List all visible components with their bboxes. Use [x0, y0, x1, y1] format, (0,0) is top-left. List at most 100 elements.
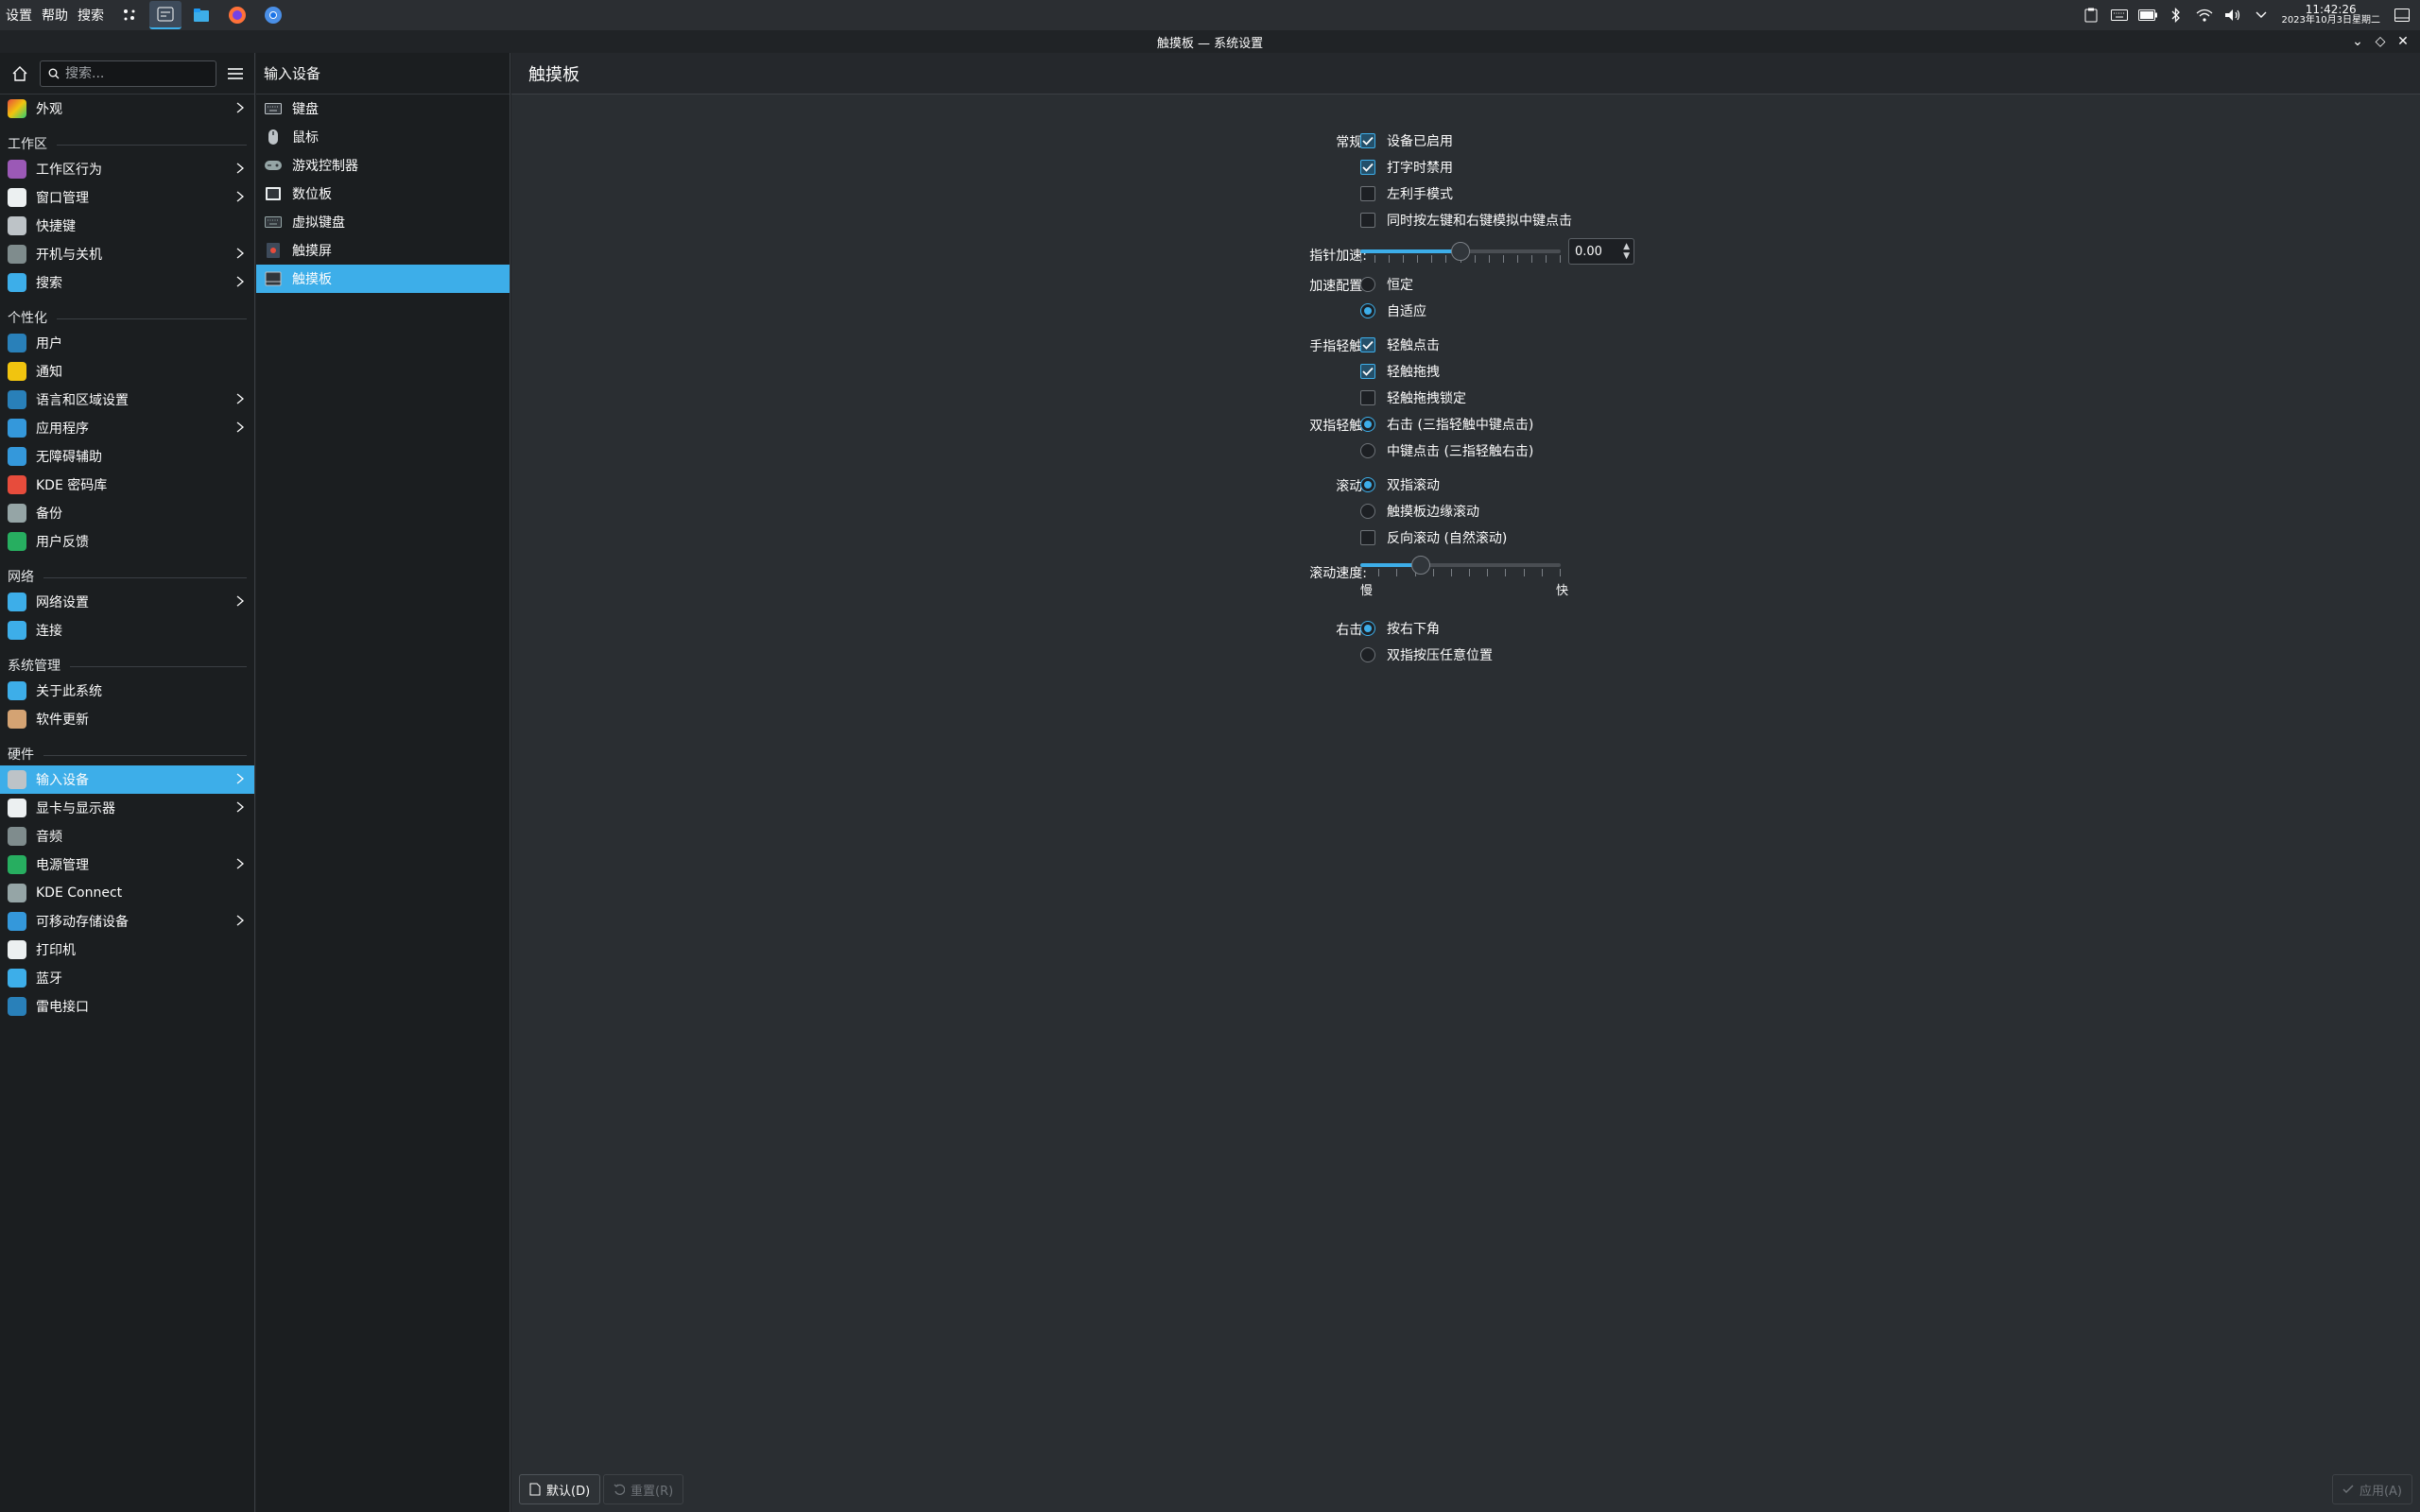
subcategory-item[interactable]: 游戏控制器 — [256, 151, 510, 180]
general-option[interactable]: 打字时禁用 — [1360, 158, 1453, 177]
maximize-icon[interactable]: ◇ — [2369, 34, 2392, 49]
sidebar-item[interactable]: 开机与关机 — [0, 240, 254, 268]
sidebar-item[interactable]: 通知 — [0, 357, 254, 386]
expand-icon[interactable] — [2249, 0, 2273, 30]
pager-icon[interactable] — [113, 1, 146, 29]
sidebar-item[interactable]: KDE Connect — [0, 879, 254, 907]
right-click-option[interactable]: 双指按压任意位置 — [1360, 645, 1493, 664]
defaults-button[interactable]: 默认(D) — [519, 1474, 601, 1504]
bluetooth-icon[interactable] — [2164, 0, 2188, 30]
battery-icon[interactable] — [2135, 0, 2160, 30]
close-icon[interactable]: ✕ — [2392, 34, 2414, 49]
sidebar-item[interactable]: 网络设置 — [0, 588, 254, 616]
slider-handle[interactable] — [1451, 242, 1470, 261]
volume-icon[interactable] — [2221, 0, 2245, 30]
sidebar-item[interactable]: 用户反馈 — [0, 527, 254, 556]
checkbox[interactable] — [1360, 213, 1375, 228]
sidebar-item[interactable]: 快捷键 — [0, 212, 254, 240]
sidebar-item[interactable]: 输入设备 — [0, 765, 254, 794]
pointer-acceleration-slider[interactable]: 0.00 ▲ ▼ — [1360, 238, 1634, 265]
general-option[interactable]: 同时按左键和右键模拟中键点击 — [1360, 211, 1572, 230]
chrome-task-icon[interactable] — [257, 1, 289, 29]
radio[interactable] — [1360, 477, 1375, 492]
apply-button[interactable]: 应用(A) — [2331, 1474, 2412, 1504]
subcategory-item[interactable]: 鼠标 — [256, 123, 510, 151]
subcategory-item[interactable]: 触摸板 — [256, 265, 510, 293]
radio[interactable] — [1360, 621, 1375, 636]
firefox-task-icon[interactable] — [221, 1, 253, 29]
subcategory-item[interactable]: 数位板 — [256, 180, 510, 208]
sidebar-item[interactable]: 连接 — [0, 616, 254, 644]
radio[interactable] — [1360, 277, 1375, 292]
subcategory-item[interactable]: 触摸屏 — [256, 236, 510, 265]
slider-handle[interactable] — [1411, 556, 1430, 575]
scroll-speed-slider[interactable] — [1360, 556, 1561, 576]
sidebar-item-appearance[interactable]: 外观 — [0, 94, 254, 123]
sidebar-item[interactable]: 显卡与显示器 — [0, 794, 254, 822]
sidebar-item[interactable]: 语言和区域设置 — [0, 386, 254, 414]
slider[interactable] — [1360, 242, 1561, 263]
home-button[interactable] — [6, 60, 34, 88]
tapping-option[interactable]: 轻触拖拽 — [1360, 362, 1440, 381]
sidebar-item[interactable]: 窗口管理 — [0, 183, 254, 212]
hamburger-menu-button[interactable] — [222, 60, 249, 87]
sidebar-item[interactable]: 打印机 — [0, 936, 254, 964]
pointer-acceleration-spinbox[interactable]: 0.00 ▲ ▼ — [1568, 238, 1634, 265]
two-finger-tap-option[interactable]: 右击 (三指轻触中键点击) — [1360, 415, 1533, 434]
menu-search[interactable]: 搜索 — [78, 6, 104, 25]
clipboard-icon[interactable] — [2079, 0, 2103, 30]
wifi-icon[interactable] — [2192, 0, 2217, 30]
search-field[interactable] — [40, 60, 216, 87]
sidebar-item[interactable]: 蓝牙 — [0, 964, 254, 992]
file-manager-task-icon[interactable] — [185, 1, 217, 29]
sidebar-item[interactable]: 软件更新 — [0, 705, 254, 733]
subcategory-item[interactable]: 键盘 — [256, 94, 510, 123]
general-option[interactable]: 左利手模式 — [1360, 184, 1453, 203]
scrolling-option[interactable]: 反向滚动 (自然滚动) — [1360, 528, 1507, 547]
radio[interactable] — [1360, 647, 1375, 662]
scrolling-option[interactable]: 双指滚动 — [1360, 475, 1440, 494]
right-click-option[interactable]: 按右下角 — [1360, 619, 1440, 638]
sidebar-item[interactable]: 搜索 — [0, 268, 254, 297]
radio[interactable] — [1360, 303, 1375, 318]
checkbox[interactable] — [1360, 160, 1375, 175]
two-finger-tap-option[interactable]: 中键点击 (三指轻触右击) — [1360, 441, 1533, 460]
sidebar-item[interactable]: 应用程序 — [0, 414, 254, 442]
sidebar-item[interactable]: 关于此系统 — [0, 677, 254, 705]
minimize-icon[interactable]: ⌄ — [2346, 34, 2369, 49]
sidebar-item[interactable]: 音频 — [0, 822, 254, 850]
digital-clock[interactable]: 11:42:26 2023年10月3日星期二 — [2281, 4, 2380, 26]
checkbox[interactable] — [1360, 390, 1375, 405]
scrolling-option[interactable]: 触摸板边缘滚动 — [1360, 502, 1479, 521]
radio[interactable] — [1360, 417, 1375, 432]
checkbox[interactable] — [1360, 364, 1375, 379]
accel-profile-option[interactable]: 恒定 — [1360, 275, 1413, 294]
sidebar-item[interactable]: 无障碍辅助 — [0, 442, 254, 471]
menu-settings[interactable]: 设置 — [6, 6, 32, 25]
tapping-option[interactable]: 轻触点击 — [1360, 335, 1440, 354]
menu-help[interactable]: 帮助 — [42, 6, 68, 25]
show-desktop-icon[interactable] — [2390, 0, 2414, 30]
radio[interactable] — [1360, 504, 1375, 519]
keyboard-icon[interactable] — [2107, 0, 2132, 30]
system-settings-task-icon[interactable] — [149, 1, 182, 29]
subcategory-item[interactable]: 虚拟键盘 — [256, 208, 510, 236]
sidebar-item[interactable]: 电源管理 — [0, 850, 254, 879]
sidebar-item[interactable]: 工作区行为 — [0, 155, 254, 183]
slider[interactable] — [1360, 556, 1561, 576]
sidebar-item[interactable]: 用户 — [0, 329, 254, 357]
spinbox-arrows-icon[interactable]: ▲ ▼ — [1623, 242, 1630, 261]
sidebar-item[interactable]: 可移动存储设备 — [0, 907, 254, 936]
checkbox[interactable] — [1360, 337, 1375, 352]
accel-profile-option[interactable]: 自适应 — [1360, 301, 1426, 320]
window-titlebar[interactable]: 触摸板 — 系统设置 ⌄ ◇ ✕ — [0, 30, 2420, 53]
checkbox[interactable] — [1360, 133, 1375, 148]
search-input[interactable] — [65, 65, 207, 81]
sidebar-item[interactable]: KDE 密码库 — [0, 471, 254, 499]
checkbox[interactable] — [1360, 530, 1375, 545]
sidebar-item[interactable]: 备份 — [0, 499, 254, 527]
general-option[interactable]: 设备已启用 — [1360, 131, 1453, 150]
tapping-option[interactable]: 轻触拖拽锁定 — [1360, 388, 1466, 407]
radio[interactable] — [1360, 443, 1375, 458]
checkbox[interactable] — [1360, 186, 1375, 201]
